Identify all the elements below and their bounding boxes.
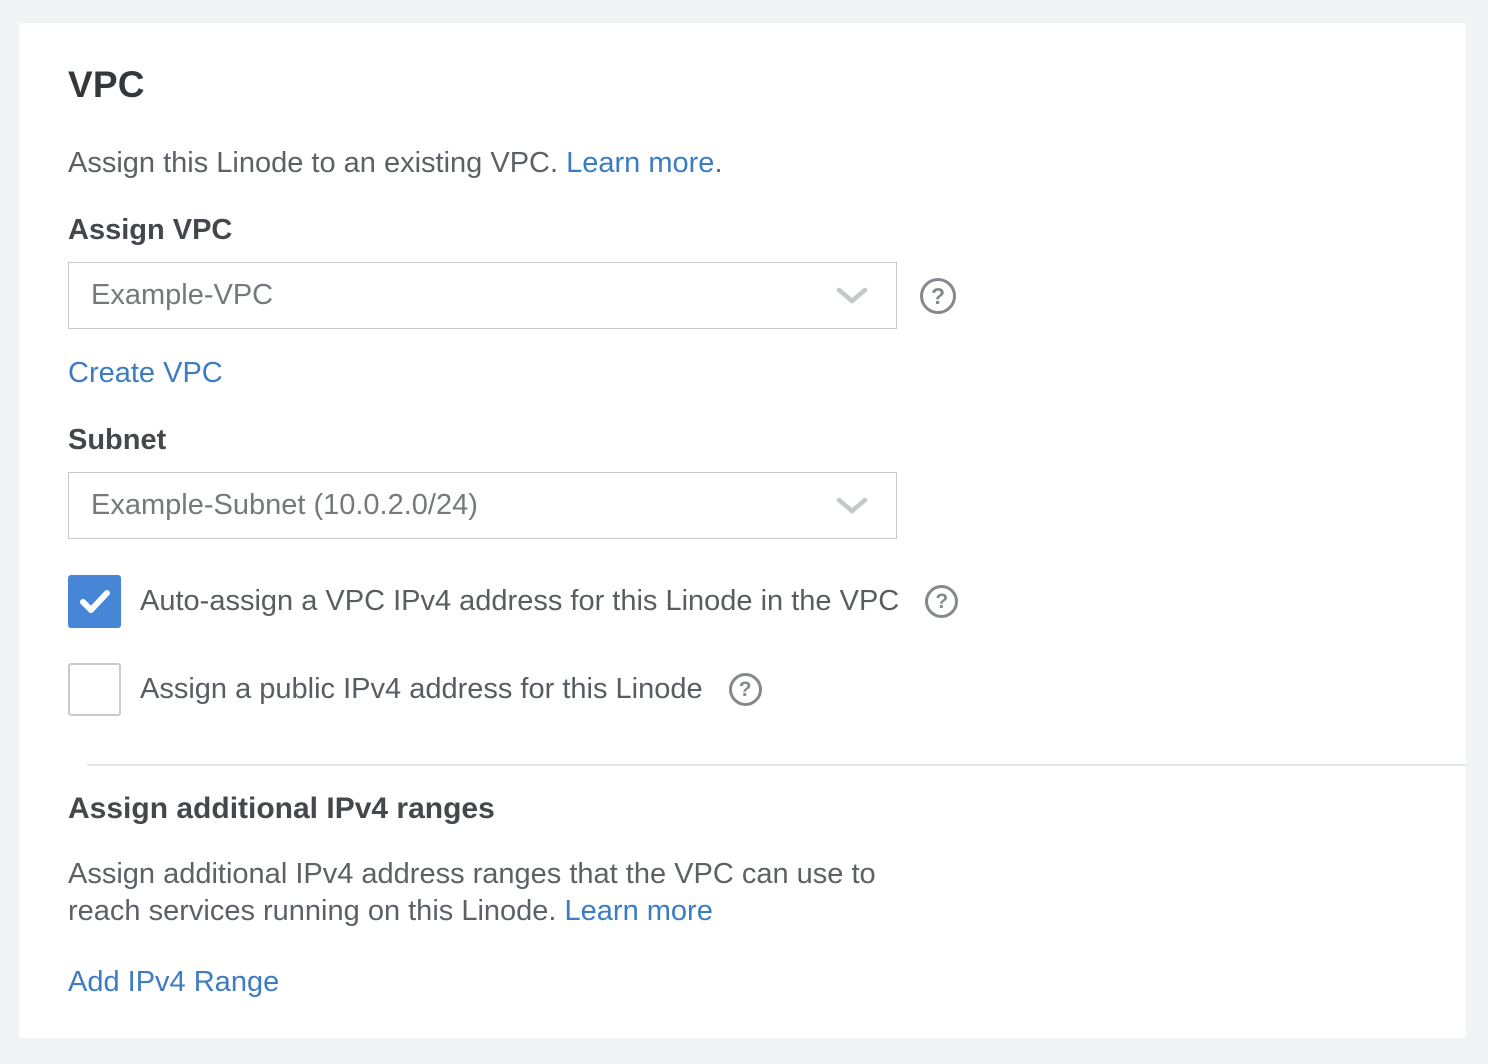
ranges-description-text: Assign additional IPv4 address ranges th…: [68, 858, 876, 927]
ranges-learn-more-link[interactable]: Learn more: [565, 895, 713, 927]
chevron-down-icon: [836, 287, 868, 305]
vpc-description-suffix: .: [714, 147, 722, 179]
chevron-down-icon: [836, 497, 868, 515]
vpc-description-text: Assign this Linode to an existing VPC.: [68, 147, 558, 179]
create-vpc-link[interactable]: Create VPC: [68, 357, 223, 389]
checkmark-icon: [79, 589, 111, 615]
ranges-section-title: Assign additional IPv4 ranges: [68, 792, 1418, 826]
subnet-label: Subnet: [68, 424, 1418, 457]
vpc-description: Assign this Linode to an existing VPC. L…: [68, 147, 1418, 180]
vpc-learn-more-link[interactable]: Learn more: [566, 147, 714, 179]
public-ipv4-checkbox[interactable]: [68, 663, 121, 716]
auto-assign-ipv4-help-icon[interactable]: ?: [925, 585, 958, 618]
page-title: VPC: [68, 64, 1418, 106]
section-divider: [87, 764, 1467, 766]
assign-vpc-selected-value: Example-VPC: [91, 279, 824, 312]
public-ipv4-label: Assign a public IPv4 address for this Li…: [140, 673, 703, 706]
auto-assign-ipv4-label: Auto-assign a VPC IPv4 address for this …: [140, 585, 899, 618]
auto-assign-ipv4-checkbox[interactable]: [68, 575, 121, 628]
subnet-selected-value: Example-Subnet (10.0.2.0/24): [91, 489, 824, 522]
assign-vpc-label: Assign VPC: [68, 214, 1418, 247]
subnet-select[interactable]: Example-Subnet (10.0.2.0/24): [68, 472, 897, 539]
public-ipv4-help-icon[interactable]: ?: [729, 673, 762, 706]
assign-vpc-select[interactable]: Example-VPC: [68, 262, 897, 329]
assign-vpc-help-icon[interactable]: ?: [920, 278, 956, 314]
ranges-description: Assign additional IPv4 address ranges th…: [68, 856, 928, 930]
vpc-panel: VPC Assign this Linode to an existing VP…: [19, 23, 1466, 1038]
add-ipv4-range-link[interactable]: Add IPv4 Range: [68, 966, 279, 998]
